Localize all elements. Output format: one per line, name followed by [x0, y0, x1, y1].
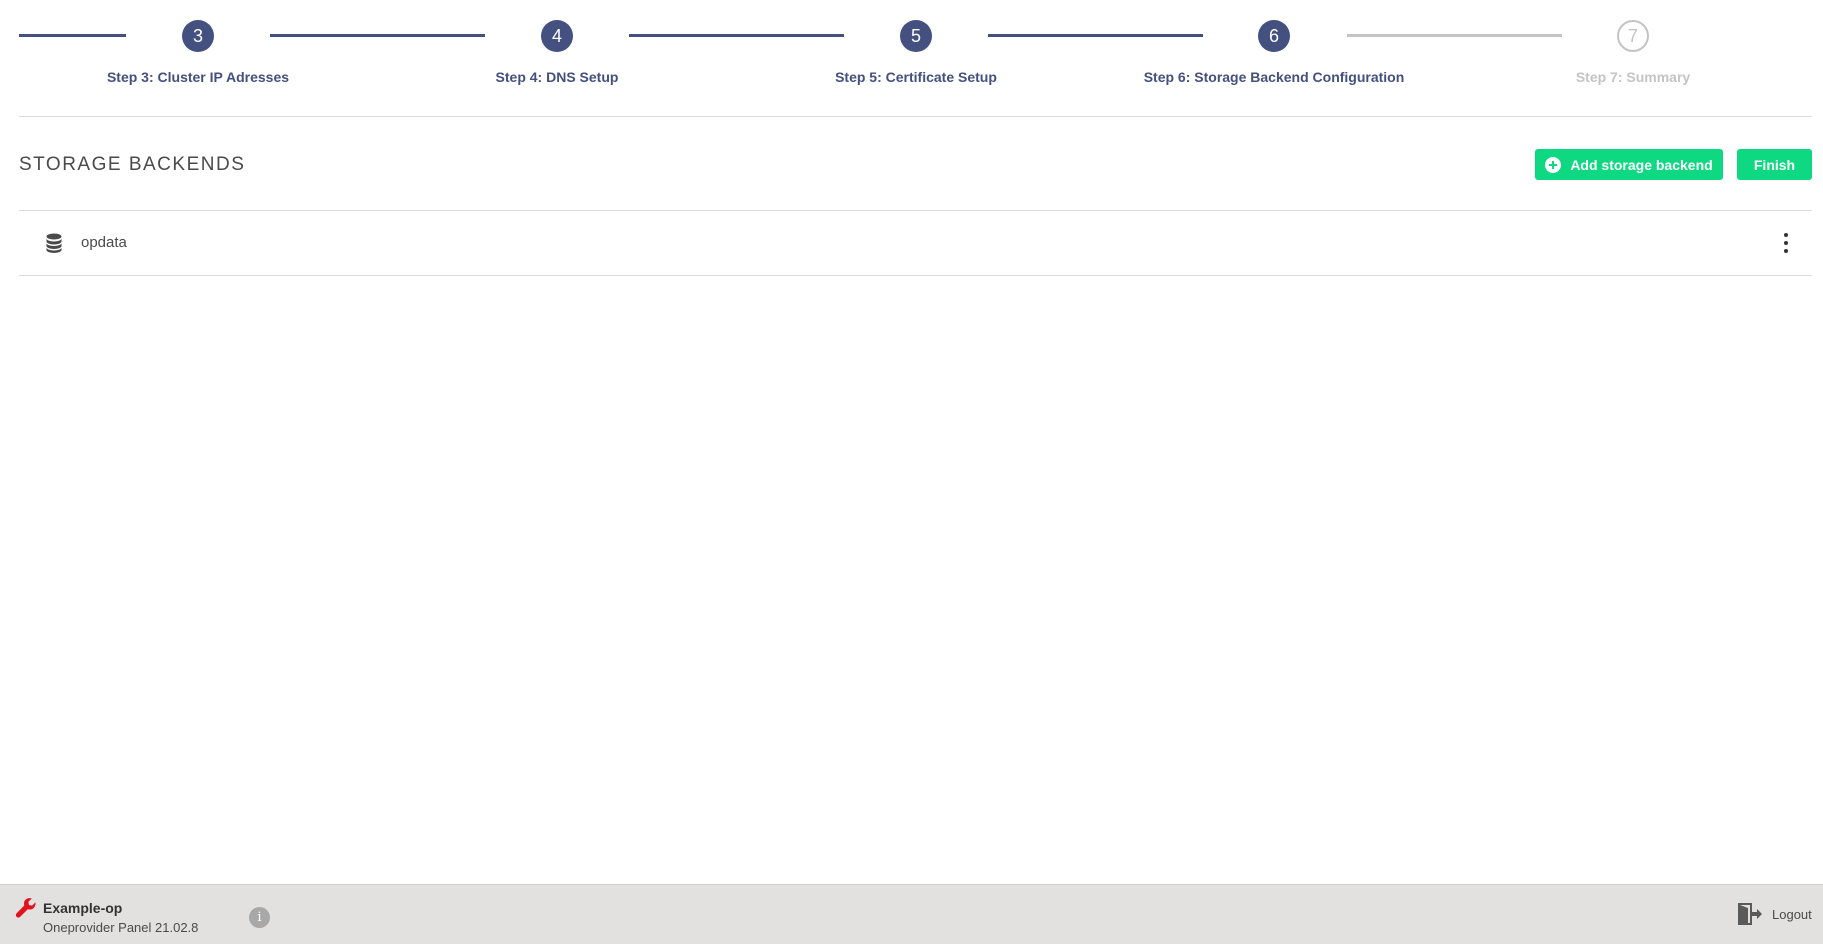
divider	[19, 116, 1812, 117]
step-3-number: 3	[182, 20, 214, 52]
database-icon	[46, 233, 62, 253]
step-connector	[988, 34, 1203, 37]
step-5-label: Step 5: Certificate Setup	[835, 69, 997, 85]
step-connector	[629, 34, 844, 37]
panel-version: Oneprovider Panel 21.02.8	[43, 920, 199, 935]
finish-button[interactable]: Finish	[1737, 149, 1812, 180]
step-3-label: Step 3: Cluster IP Adresses	[106, 69, 290, 85]
step-6-number: 6	[1258, 20, 1290, 52]
step-4-label: Step 4: DNS Setup	[495, 69, 619, 85]
step-6-label: Step 6: Storage Backend Configuration	[1143, 69, 1405, 85]
cluster-name: Example-op	[43, 900, 123, 916]
setup-stepper: 3 Step 3: Cluster IP Adresses 4 Step 4: …	[0, 0, 1823, 116]
wrench-icon	[15, 898, 36, 918]
storage-name: opdata	[81, 234, 127, 251]
info-icon[interactable]: i	[249, 907, 270, 928]
step-7-number: 7	[1617, 20, 1649, 52]
logout-button[interactable]: Logout	[1737, 902, 1812, 926]
step-connector	[1347, 34, 1562, 37]
step-5-number: 5	[900, 20, 932, 52]
logout-icon	[1738, 903, 1762, 925]
storage-list-item[interactable]: opdata	[19, 211, 1812, 276]
step-connector	[270, 34, 485, 37]
more-actions-icon[interactable]	[1776, 230, 1796, 256]
footer: Example-op Oneprovider Panel 21.02.8 i L…	[0, 884, 1823, 944]
add-storage-backend-button[interactable]: Add storage backend	[1535, 149, 1723, 180]
logout-label: Logout	[1772, 906, 1812, 922]
add-storage-backend-label: Add storage backend	[1570, 156, 1713, 173]
page-title: STORAGE BACKENDS	[19, 154, 246, 175]
step-4-number: 4	[541, 20, 573, 52]
plus-circle-icon	[1545, 156, 1562, 173]
step-connector	[19, 34, 126, 37]
step-7-label: Step 7: Summary	[1575, 69, 1691, 85]
